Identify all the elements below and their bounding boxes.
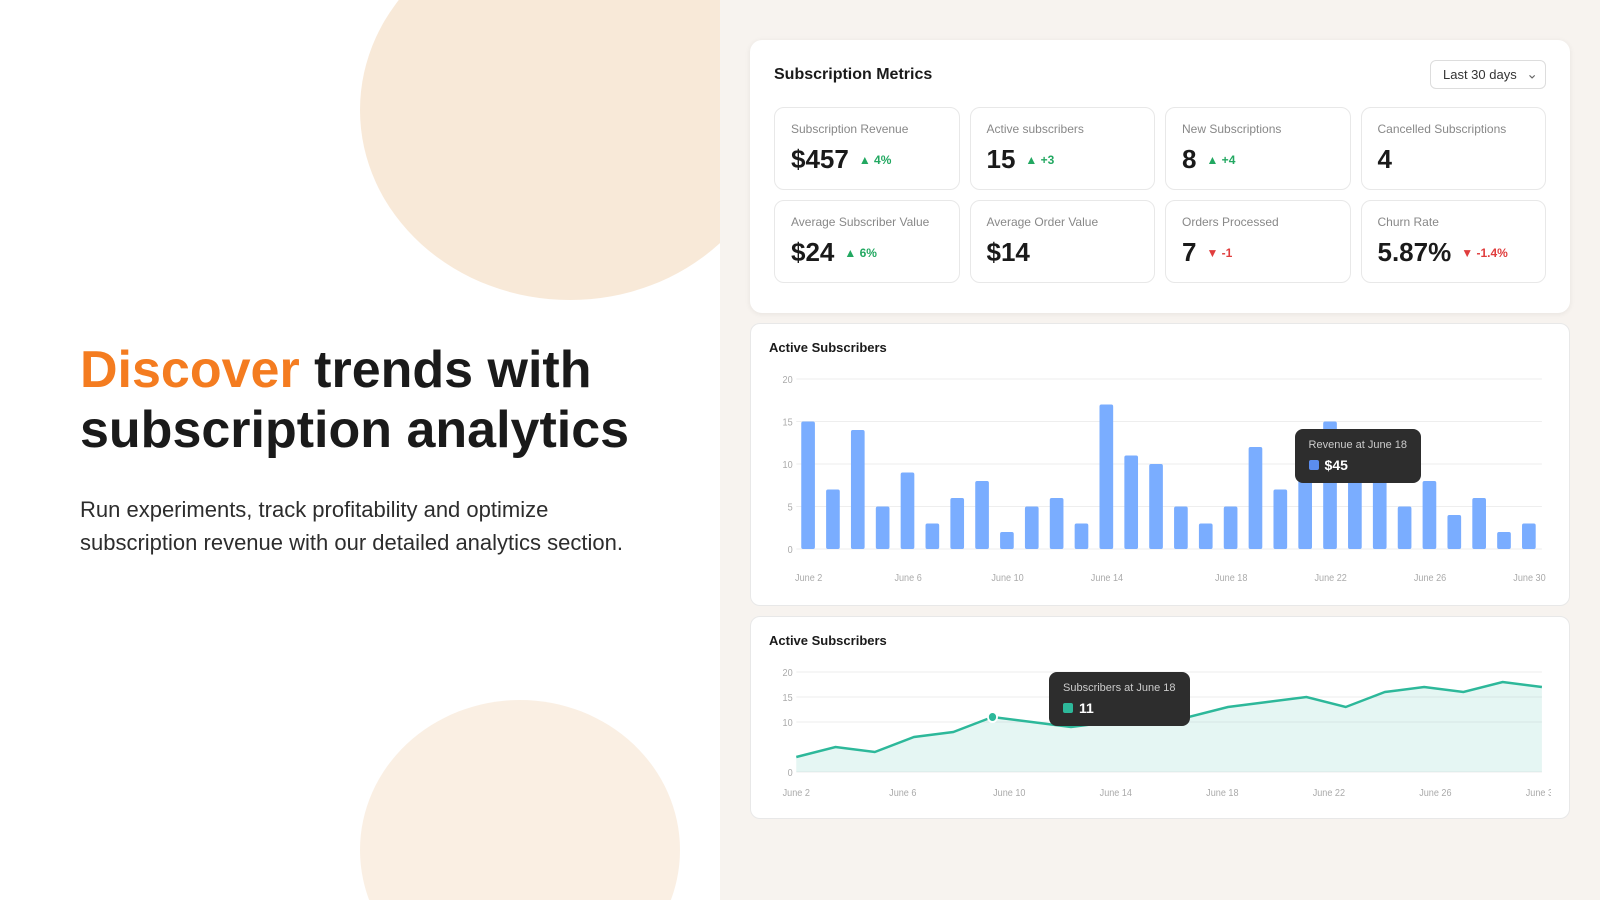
metric-value: 5.87% [1378,237,1452,268]
line-chart-title: Active Subscribers [769,633,1551,648]
date-filter-wrapper[interactable]: Last 30 days Last 7 days Last 90 days La… [1430,60,1546,89]
date-filter-select[interactable]: Last 30 days Last 7 days Last 90 days La… [1430,60,1546,89]
left-panel: Discover trends with subscription analyt… [0,0,720,900]
metric-badge: ▲ 6% [844,246,877,260]
svg-text:June 10: June 10 [993,788,1025,800]
metric-value-row: $24 ▲ 6% [791,237,943,268]
metric-value-row: 4 [1378,144,1530,175]
svg-text:June 26: June 26 [1414,573,1446,585]
metric-value: 8 [1182,144,1196,175]
svg-text:June 2: June 2 [795,573,822,585]
line-chart-section: Active Subscribers 0 10 15 20 June 2 June 6 Ju… [750,616,1570,819]
metric-badge: ▲ +4 [1206,153,1235,167]
svg-text:10: 10 [783,718,793,730]
metric-label: New Subscriptions [1182,122,1334,136]
bar-chart-section: Active Subscribers 0 5 10 15 20 June 2 June 6 J… [750,323,1570,606]
dashboard-card: Subscription Metrics Last 30 days Last 7… [750,40,1570,313]
hero-subtitle: Run experiments, track profitability and… [80,493,640,559]
metric-badge: ▲ 4% [859,153,892,167]
metric-value: $14 [987,237,1030,268]
svg-text:June 30: June 30 [1513,573,1545,585]
metric-badge: ▲ +3 [1025,153,1054,167]
metric-value-row: 8 ▲ +4 [1182,144,1334,175]
svg-text:June 26: June 26 [1419,788,1451,800]
metric-badge: ▼ -1 [1206,246,1232,260]
bar-chart-container: 0 5 10 15 20 June 2 June 6 June 10 June 14 June 1… [769,369,1551,589]
svg-text:June 18: June 18 [1206,788,1238,800]
line-chart-container: 0 10 15 20 June 2 June 6 June 10 June 14 June 18… [769,662,1551,802]
svg-text:20: 20 [783,668,793,680]
metrics-row-2: Average Subscriber Value $24 ▲ 6% Average O… [774,200,1546,283]
line-chart-svg: 0 10 15 20 June 2 June 6 June 10 June 14 June 18… [769,662,1551,802]
metric-value: 15 [987,144,1016,175]
bar-chart-title: Active Subscribers [769,340,1551,355]
metrics-row-1: Subscription Revenue $457 ▲ 4% Active subsc… [774,107,1546,190]
metric-value-row: 15 ▲ +3 [987,144,1139,175]
svg-text:0: 0 [788,768,793,780]
metric-label: Average Order Value [987,215,1139,229]
metric-card: Average Order Value $14 [970,200,1156,283]
metric-value-row: 5.87% ▼ -1.4% [1378,237,1530,268]
metric-value: $457 [791,144,849,175]
svg-text:15: 15 [783,693,793,705]
svg-text:June 30: June 30 [1526,788,1551,800]
metric-value: 4 [1378,144,1392,175]
svg-text:June 6: June 6 [889,788,916,800]
svg-text:20: 20 [783,375,793,387]
metric-value-row: 7 ▼ -1 [1182,237,1334,268]
metric-value-row: $14 [987,237,1139,268]
metric-badge: ▼ -1.4% [1461,246,1508,260]
metric-label: Cancelled Subscriptions [1378,122,1530,136]
svg-text:0: 0 [788,545,793,557]
metric-card: Churn Rate 5.87% ▼ -1.4% [1361,200,1547,283]
bar-chart-svg: 0 5 10 15 20 June 2 June 6 June 10 June 14 June 1… [769,369,1551,589]
svg-text:June 10: June 10 [991,573,1023,585]
metric-value: $24 [791,237,834,268]
metric-value: 7 [1182,237,1196,268]
svg-text:15: 15 [783,417,793,429]
bg-blob-top [360,0,720,300]
metric-card: Active subscribers 15 ▲ +3 [970,107,1156,190]
metrics-title: Subscription Metrics [774,66,932,84]
svg-text:June 14: June 14 [1091,573,1124,585]
bg-blob-bottom [360,700,680,900]
metric-card: Cancelled Subscriptions 4 [1361,107,1547,190]
metrics-header: Subscription Metrics Last 30 days Last 7… [774,60,1546,89]
metric-value-row: $457 ▲ 4% [791,144,943,175]
hero-highlight: Discover [80,341,300,399]
metric-label: Active subscribers [987,122,1139,136]
metric-card: Subscription Revenue $457 ▲ 4% [774,107,960,190]
svg-text:June 18: June 18 [1215,573,1247,585]
metric-card: Average Subscriber Value $24 ▲ 6% [774,200,960,283]
metric-card: New Subscriptions 8 ▲ +4 [1165,107,1351,190]
svg-text:June 6: June 6 [894,573,921,585]
metric-label: Average Subscriber Value [791,215,943,229]
hero-title: Discover trends with subscription analyt… [80,341,640,461]
svg-text:June 2: June 2 [783,788,810,800]
svg-text:June 22: June 22 [1313,788,1345,800]
svg-text:June 14: June 14 [1100,788,1133,800]
right-panel: Subscription Metrics Last 30 days Last 7… [720,0,1600,900]
metric-label: Orders Processed [1182,215,1334,229]
svg-text:June 22: June 22 [1314,573,1346,585]
svg-text:10: 10 [783,460,793,472]
metric-label: Subscription Revenue [791,122,943,136]
left-content: Discover trends with subscription analyt… [80,341,640,559]
svg-text:5: 5 [788,502,793,514]
metric-card: Orders Processed 7 ▼ -1 [1165,200,1351,283]
metric-label: Churn Rate [1378,215,1530,229]
